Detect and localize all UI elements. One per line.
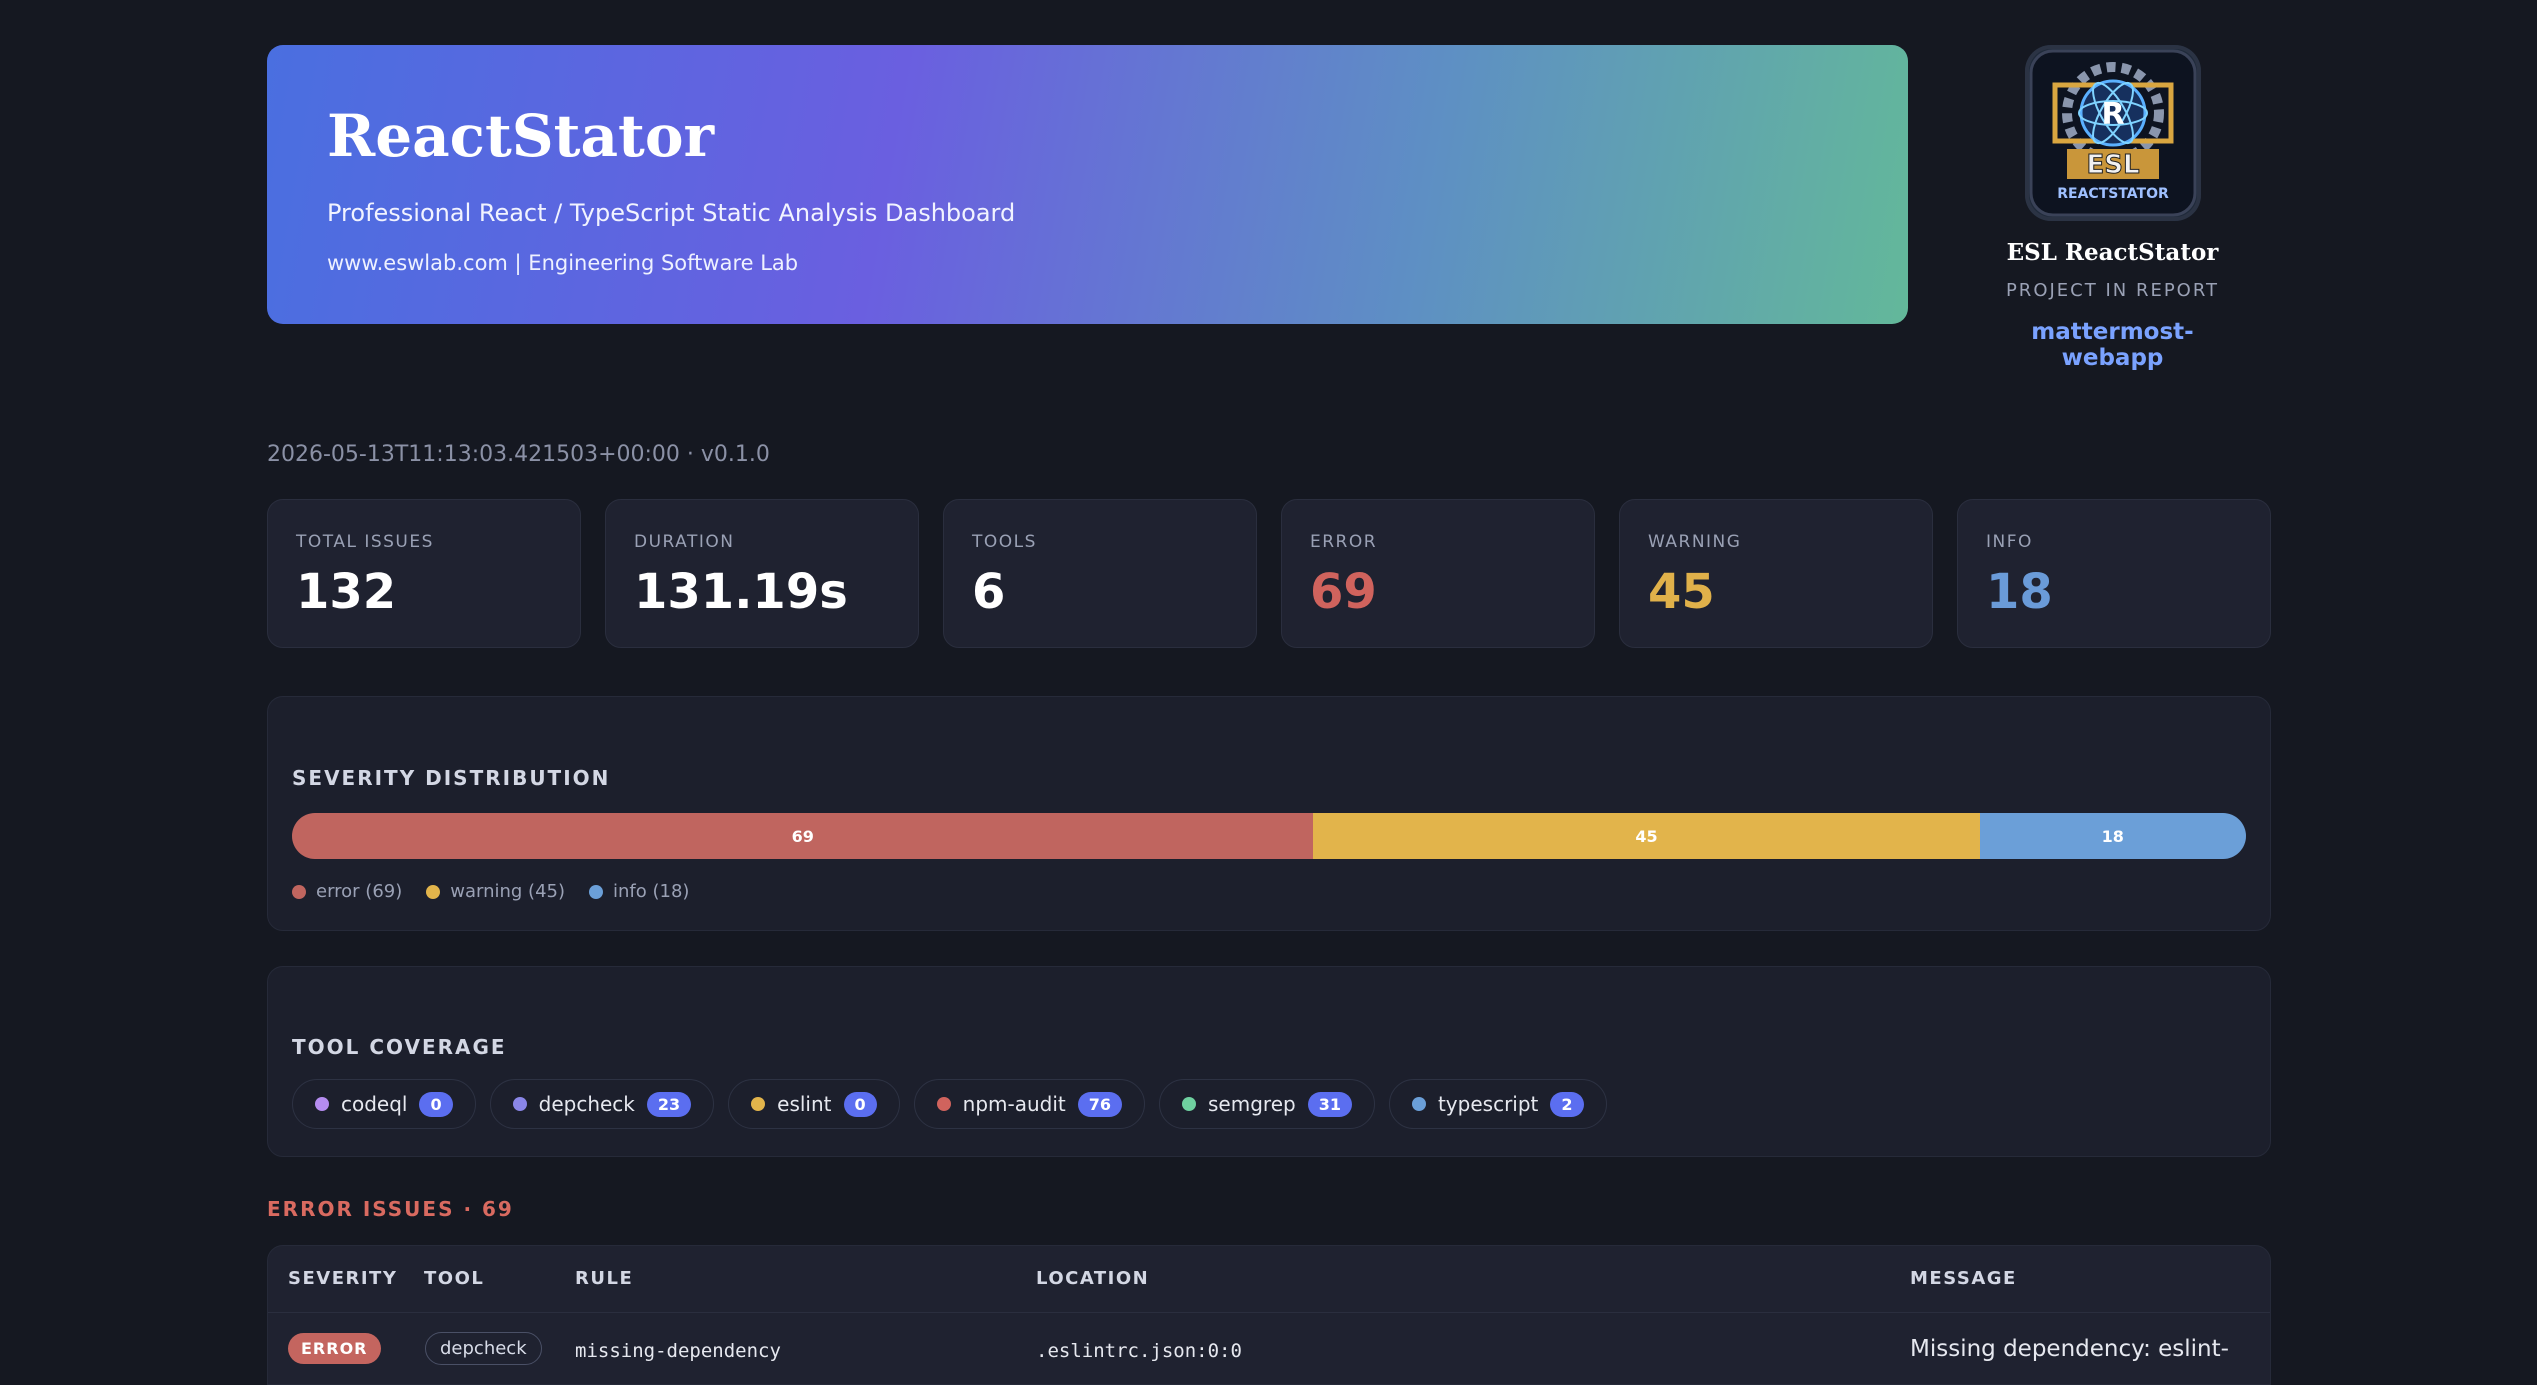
severity-bar: 69 45 18: [292, 813, 2246, 859]
tool-pill: depcheck: [425, 1332, 542, 1365]
stat-value: 132: [296, 564, 397, 620]
tool-chip-list: codeql 0 depcheck 23 eslint 0 npm-audit 76 semgr…: [292, 1079, 2246, 1129]
severity-legend: error (69) warning (45) info (18): [292, 881, 2246, 902]
tool-dot-icon: [936, 1097, 951, 1111]
tool-count-badge: 2: [1550, 1091, 1584, 1117]
tool-name: npm-audit: [962, 1092, 1066, 1116]
tool-chip-codeql[interactable]: codeql 0: [292, 1079, 476, 1129]
legend-dot-icon: [426, 884, 441, 899]
location-cell: .eslintrc.json:0:0: [1036, 1340, 1242, 1362]
tool-chip-typescript[interactable]: typescript 2: [1388, 1079, 1607, 1129]
severity-segment: 18: [1979, 813, 2246, 859]
column-header-message[interactable]: MESSAGE: [1910, 1268, 2017, 1289]
tool-name: semgrep: [1208, 1092, 1296, 1116]
tool-cell: depcheck: [425, 1332, 542, 1365]
stat-card-warning: WARNING 45: [1619, 499, 1933, 648]
column-header-tool[interactable]: TOOL: [424, 1268, 484, 1289]
legend-label: warning (45): [450, 881, 565, 902]
stat-value: 131.19s: [634, 564, 848, 620]
tool-coverage-title: TOOL COVERAGE: [292, 1035, 507, 1059]
severity-badge: ERROR: [288, 1333, 381, 1364]
stat-label: TOTAL ISSUES: [296, 532, 434, 552]
project-name-link[interactable]: mattermost-webapp: [1990, 319, 2235, 371]
tool-dot-icon: [512, 1097, 527, 1111]
stat-card-duration: DURATION 131.19s: [605, 499, 919, 648]
tool-chip-depcheck[interactable]: depcheck 23: [489, 1079, 715, 1129]
app-website-link[interactable]: www.eswlab.com | Engineering Software La…: [327, 251, 1908, 275]
brand-card: R ESL REACTSTATOR ESL ReactStator PROJEC…: [1990, 45, 2235, 371]
rule-cell: missing-dependency: [575, 1340, 781, 1362]
tool-count-badge: 76: [1077, 1091, 1123, 1117]
stat-label: ERROR: [1310, 532, 1378, 552]
tool-count-badge: 23: [646, 1091, 692, 1117]
tool-name: depcheck: [538, 1092, 635, 1116]
tool-coverage-panel: TOOL COVERAGE codeql 0 depcheck 23 eslint 0 np…: [267, 966, 2271, 1157]
project-label: PROJECT IN REPORT: [2005, 280, 2220, 301]
legend-item: warning (45): [426, 881, 565, 902]
tool-dot-icon: [315, 1097, 329, 1111]
app-subtitle: Professional React / TypeScript Static A…: [327, 199, 1016, 227]
stat-label: DURATION: [634, 532, 735, 552]
hero-banner: ReactStator Professional React / TypeScr…: [267, 45, 1908, 324]
legend-label: info (18): [613, 881, 690, 902]
report-timestamp: 2026-05-13T11:13:03.421503+00:00 · v0.1.…: [267, 442, 770, 467]
legend-item: error (69): [292, 881, 402, 902]
error-issues-table: SEVERITY TOOL RULE LOCATION MESSAGE ERRO…: [267, 1245, 2271, 1385]
tool-name: typescript: [1437, 1092, 1539, 1116]
table-header: SEVERITY TOOL RULE LOCATION MESSAGE: [268, 1246, 2270, 1313]
stats-row: TOTAL ISSUES 132 DURATION 131.19s TOOLS …: [267, 499, 2271, 648]
tool-dot-icon: [1411, 1097, 1426, 1111]
legend-item: info (18): [589, 881, 689, 902]
legend-dot-icon: [589, 884, 603, 899]
tool-count-badge: 31: [1307, 1091, 1352, 1117]
severity-cell: ERROR: [288, 1333, 381, 1364]
logo-reactstator-text: REACTSTATOR: [2057, 186, 2169, 202]
tool-dot-icon: [751, 1097, 766, 1111]
stat-value: 6: [972, 564, 1006, 620]
stat-value: 69: [1310, 564, 1377, 620]
severity-distribution-title: SEVERITY DISTRIBUTION: [292, 766, 611, 790]
reactstator-logo: R ESL REACTSTATOR: [2024, 45, 2201, 221]
tool-name: eslint: [777, 1092, 832, 1116]
stat-card-tools: TOOLS 6: [943, 499, 1257, 648]
legend-dot-icon: [292, 884, 306, 899]
stat-card-info: INFO 18: [1957, 499, 2271, 648]
stat-label: TOOLS: [972, 532, 1037, 552]
logo-esl-text: ESL: [2086, 150, 2139, 180]
severity-segment: 45: [1313, 813, 1980, 859]
stat-label: INFO: [1986, 532, 2033, 552]
tool-count-badge: 0: [419, 1091, 453, 1117]
column-header-rule[interactable]: RULE: [575, 1268, 633, 1289]
severity-segment: 69: [292, 813, 1314, 859]
tool-count-badge: 0: [843, 1091, 877, 1117]
tool-chip-npm-audit[interactable]: npm-audit 76: [913, 1079, 1146, 1129]
tool-chip-semgrep[interactable]: semgrep 31: [1159, 1079, 1375, 1129]
error-issues-heading: ERROR ISSUES · 69: [267, 1197, 514, 1221]
stat-label: WARNING: [1648, 532, 1742, 552]
logo-letter: R: [2101, 97, 2124, 132]
stat-card-error: ERROR 69: [1281, 499, 1595, 648]
message-cell: Missing dependency: eslint-: [1910, 1336, 2229, 1362]
app-title: ReactStator: [327, 102, 715, 170]
table-row[interactable]: ERROR depcheck missing-dependency .eslin…: [268, 1313, 2270, 1384]
stat-value: 18: [1986, 564, 2053, 620]
stat-value: 45: [1648, 564, 1715, 620]
stat-card-total-issues: TOTAL ISSUES 132: [267, 499, 581, 648]
column-header-severity[interactable]: SEVERITY: [288, 1268, 397, 1289]
legend-label: error (69): [316, 881, 403, 902]
severity-distribution-panel: SEVERITY DISTRIBUTION 69 45 18 error (69) w…: [267, 696, 2271, 931]
brand-name: ESL ReactStator: [2006, 239, 2219, 266]
tool-dot-icon: [1182, 1097, 1197, 1111]
tool-name: codeql: [341, 1092, 408, 1116]
tool-chip-eslint[interactable]: eslint 0: [728, 1079, 900, 1129]
column-header-location[interactable]: LOCATION: [1036, 1268, 1149, 1289]
